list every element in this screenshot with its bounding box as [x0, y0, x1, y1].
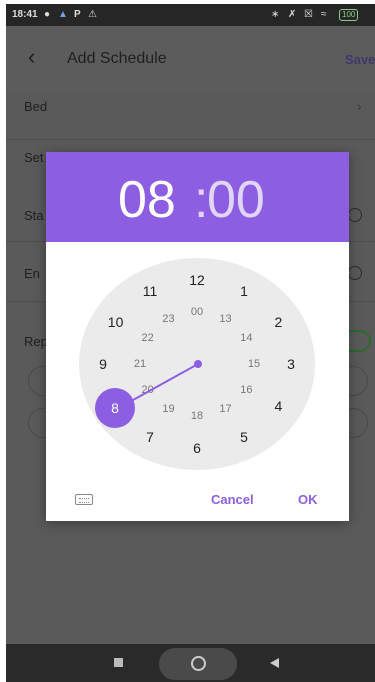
x-box-icon: ☒: [304, 9, 313, 20]
start-label: Sta: [24, 208, 44, 223]
status-bar: 18:41 ● ▲ P ⚠ ∗ ✗ ☒ ≈ 100: [6, 4, 375, 26]
hour-number-24h[interactable]: 14: [234, 330, 258, 346]
status-time: 18:41: [12, 9, 38, 20]
hour-number[interactable]: 5: [232, 429, 256, 445]
minute-display[interactable]: 00: [207, 172, 265, 228]
hour-number-24h[interactable]: 00: [185, 304, 209, 320]
hour-number[interactable]: 3: [279, 356, 303, 372]
recent-apps-icon[interactable]: [114, 658, 123, 667]
hour-number[interactable]: 10: [104, 314, 128, 330]
hour-number-24h[interactable]: 19: [157, 401, 181, 417]
hour-number[interactable]: 6: [185, 440, 209, 456]
hour-number-24h[interactable]: 21: [128, 356, 152, 372]
hour-number[interactable]: 4: [266, 398, 290, 414]
hour-number-24h[interactable]: 15: [242, 356, 266, 372]
save-button[interactable]: Save: [345, 52, 375, 67]
hour-number[interactable]: 12: [185, 272, 209, 288]
hour-number-24h[interactable]: 16: [234, 382, 258, 398]
mountain-icon: ▲: [58, 9, 68, 20]
end-label: En: [24, 266, 40, 281]
home-icon[interactable]: [191, 656, 206, 671]
battery-icon: 100: [339, 9, 359, 21]
clock-center: [194, 360, 202, 368]
hour-display[interactable]: 08: [118, 172, 176, 228]
keyboard-icon[interactable]: [75, 494, 93, 505]
back-icon[interactable]: ‹: [28, 44, 35, 70]
hour-number[interactable]: 11: [138, 283, 162, 299]
p-icon: P: [74, 9, 81, 20]
hour-number-24h[interactable]: 13: [214, 311, 238, 327]
warning-icon: ⚠: [88, 9, 97, 20]
mute-icon: ✗: [288, 9, 297, 20]
settings-label: Set: [24, 150, 44, 165]
cancel-button[interactable]: Cancel: [211, 492, 254, 507]
hour-number[interactable]: 7: [138, 429, 162, 445]
time-display: 08 : 00: [46, 152, 349, 242]
selected-hour[interactable]: 8: [95, 388, 135, 428]
bluetooth-icon: ∗: [271, 9, 280, 20]
hour-number[interactable]: 1: [232, 283, 256, 299]
app-bar: ‹ Add Schedule Save: [6, 26, 375, 90]
page-title: Add Schedule: [67, 50, 167, 67]
hour-number-24h[interactable]: 17: [214, 401, 238, 417]
clock-icon: [348, 208, 362, 222]
clock-dial[interactable]: 12123456791011001314151617181920212223 8: [79, 258, 315, 470]
clock-icon: [348, 266, 362, 280]
navigation-bar: [6, 644, 375, 682]
phone-screen: 18:41 ● ▲ P ⚠ ∗ ✗ ☒ ≈ 100 ‹ Add Schedule…: [6, 4, 375, 682]
chevron-right-icon: ›: [357, 98, 362, 114]
hour-number[interactable]: 9: [91, 356, 115, 372]
device-row[interactable]: Bed ›: [6, 90, 375, 140]
hour-number-24h[interactable]: 22: [136, 330, 160, 346]
hour-number[interactable]: 2: [266, 314, 290, 330]
device-label: Bed: [24, 99, 48, 114]
time-picker-dialog: 08 : 00 12123456791011001314151617181920…: [46, 152, 349, 521]
back-nav-icon[interactable]: [270, 658, 279, 668]
ok-button[interactable]: OK: [298, 492, 318, 507]
hour-number-24h[interactable]: 23: [157, 311, 181, 327]
person-icon: ●: [44, 9, 51, 20]
wifi-icon: ≈: [321, 9, 327, 20]
repeat-label: Rep: [24, 334, 48, 349]
hour-number-24h[interactable]: 18: [185, 408, 209, 424]
